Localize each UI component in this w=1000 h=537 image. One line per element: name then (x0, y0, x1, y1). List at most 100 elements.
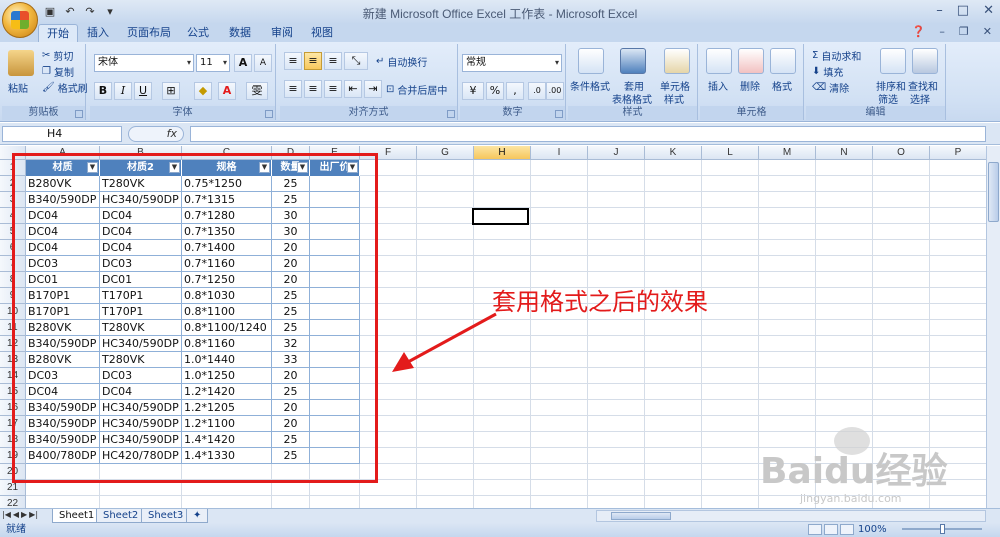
grow-font-button[interactable]: A (234, 54, 252, 72)
zoom-slider-knob[interactable] (940, 524, 945, 534)
align-top-icon[interactable]: ≡ (284, 52, 302, 70)
alignment-launcher[interactable] (447, 110, 455, 118)
phonetic-button[interactable]: 雯 (246, 82, 268, 100)
column-header-o[interactable]: O (873, 146, 930, 160)
tab-page-layout[interactable]: 页面布局 (124, 24, 174, 42)
decrease-indent-icon[interactable]: ⇤ (344, 80, 362, 98)
font-color-icon[interactable]: A (218, 82, 236, 100)
horizontal-scrollbar[interactable] (596, 510, 986, 522)
sort-filter-label-2[interactable]: 筛选 (878, 91, 898, 106)
name-box[interactable]: H4 (2, 126, 122, 142)
align-left-icon[interactable]: ≡ (284, 80, 302, 98)
format-painter-button[interactable]: 🖌 格式刷 (42, 80, 88, 95)
cut-button[interactable]: ✂ 剪切 (42, 48, 73, 63)
redo-icon[interactable]: ↷ (82, 4, 98, 19)
number-format-combo[interactable]: 常规 ▾ (462, 54, 562, 72)
align-middle-icon[interactable]: ≡ (304, 52, 322, 70)
increase-decimal-icon[interactable]: .0 (528, 82, 546, 100)
tab-home[interactable]: 开始 (38, 24, 78, 42)
insert-cells-icon[interactable] (706, 48, 732, 74)
align-bottom-icon[interactable]: ≡ (324, 52, 342, 70)
page-layout-view-icon[interactable] (824, 524, 838, 535)
insert-function-button[interactable]: fx (128, 126, 184, 142)
find-select-icon[interactable] (912, 48, 938, 74)
shrink-font-button[interactable]: A (254, 54, 272, 72)
percent-button[interactable]: % (486, 82, 504, 100)
font-size-combo[interactable]: 11 ▾ (196, 54, 230, 72)
number-launcher[interactable] (555, 110, 563, 118)
save-icon[interactable]: ▣ (42, 4, 58, 19)
tab-review[interactable]: 审阅 (266, 24, 298, 42)
decrease-decimal-icon[interactable]: .00 (546, 82, 564, 100)
column-header-h[interactable]: H (474, 146, 531, 160)
column-header-l[interactable]: L (702, 146, 759, 160)
delete-cells-button[interactable]: 删除 (740, 78, 760, 93)
undo-icon[interactable]: ↶ (62, 4, 78, 19)
sort-filter-icon[interactable] (880, 48, 906, 74)
sheet-tab-3[interactable]: Sheet3 (141, 509, 191, 523)
page-break-view-icon[interactable] (840, 524, 854, 535)
underline-button[interactable]: U (134, 82, 152, 100)
horizontal-scroll-thumb[interactable] (611, 512, 671, 520)
increase-indent-icon[interactable]: ⇥ (364, 80, 382, 98)
insert-cells-button[interactable]: 插入 (708, 78, 728, 93)
prev-sheet-icon[interactable]: ◀ (13, 510, 19, 519)
worksheet-grid[interactable]: A B C D E F G H I J K L M N O P 1 2 3 4 5 6 7 8 9 10 11 12 13 14 15 16 1… (0, 146, 986, 508)
minimize-button[interactable]: – (936, 3, 943, 18)
office-button[interactable] (2, 2, 38, 38)
help-icon[interactable]: ❓ (912, 25, 926, 38)
borders-icon[interactable]: ⊞ (162, 82, 180, 100)
normal-view-icon[interactable] (808, 524, 822, 535)
maximize-button[interactable]: □ (957, 3, 969, 18)
cell-styles-icon[interactable] (664, 48, 690, 74)
orientation-icon[interactable]: ⤡ (344, 52, 368, 70)
delete-cells-icon[interactable] (738, 48, 764, 74)
active-cell-cursor[interactable] (472, 208, 529, 225)
column-header-i[interactable]: I (531, 146, 588, 160)
column-header-m[interactable]: M (759, 146, 816, 160)
last-sheet-icon[interactable]: ▶| (29, 510, 38, 519)
paste-button[interactable]: 粘贴 (8, 80, 28, 95)
column-header-n[interactable]: N (816, 146, 873, 160)
close-button[interactable]: ✕ (983, 3, 994, 18)
conditional-format-icon[interactable] (578, 48, 604, 74)
wb-minimize-icon[interactable]: – (939, 25, 945, 38)
align-right-icon[interactable]: ≡ (324, 80, 342, 98)
table-format-icon[interactable] (620, 48, 646, 74)
insert-sheet-icon[interactable]: ✦ (186, 509, 209, 523)
next-sheet-icon[interactable]: ▶ (21, 510, 27, 519)
column-header-j[interactable]: J (588, 146, 645, 160)
wrap-text-button[interactable]: ↵ 自动换行 (376, 54, 427, 69)
format-cells-icon[interactable] (770, 48, 796, 74)
font-name-combo[interactable]: 宋体 ▾ (94, 54, 194, 72)
conditional-format-button[interactable]: 条件格式 (570, 78, 610, 93)
fill-button[interactable]: ⬇ 填充 (812, 64, 843, 79)
customize-qat-icon[interactable]: ▾ (102, 4, 118, 19)
vertical-scroll-thumb[interactable] (988, 162, 999, 222)
currency-icon[interactable]: ¥ (462, 82, 484, 100)
comma-button[interactable]: , (506, 82, 524, 100)
wb-close-icon[interactable]: ✕ (983, 25, 992, 38)
format-cells-button[interactable]: 格式 (772, 78, 792, 93)
wb-restore-icon[interactable]: ❐ (959, 25, 969, 38)
column-header-p[interactable]: P (930, 146, 986, 160)
column-header-g[interactable]: G (417, 146, 474, 160)
clipboard-launcher[interactable] (75, 110, 83, 118)
bold-button[interactable]: B (94, 82, 112, 100)
align-center-icon[interactable]: ≡ (304, 80, 322, 98)
find-select-label-2[interactable]: 选择 (910, 91, 930, 106)
tab-data[interactable]: 数据 (224, 24, 256, 42)
vertical-scrollbar[interactable] (986, 146, 1000, 508)
tab-insert[interactable]: 插入 (82, 24, 114, 42)
cell-styles-label-2[interactable]: 样式 (664, 91, 684, 106)
autosum-button[interactable]: Σ 自动求和 (812, 48, 861, 63)
tab-view[interactable]: 视图 (306, 24, 338, 42)
tab-formulas[interactable]: 公式 (182, 24, 214, 42)
copy-button[interactable]: ❐ 复制 (42, 64, 74, 79)
merge-center-button[interactable]: ⊡ 合并后居中 (386, 82, 447, 97)
paste-icon[interactable] (8, 50, 34, 76)
italic-button[interactable]: I (114, 82, 132, 100)
column-header-k[interactable]: K (645, 146, 702, 160)
sheet-tab-1[interactable]: Sheet1 (52, 509, 102, 523)
clear-button[interactable]: ⌫ 清除 (812, 80, 849, 95)
